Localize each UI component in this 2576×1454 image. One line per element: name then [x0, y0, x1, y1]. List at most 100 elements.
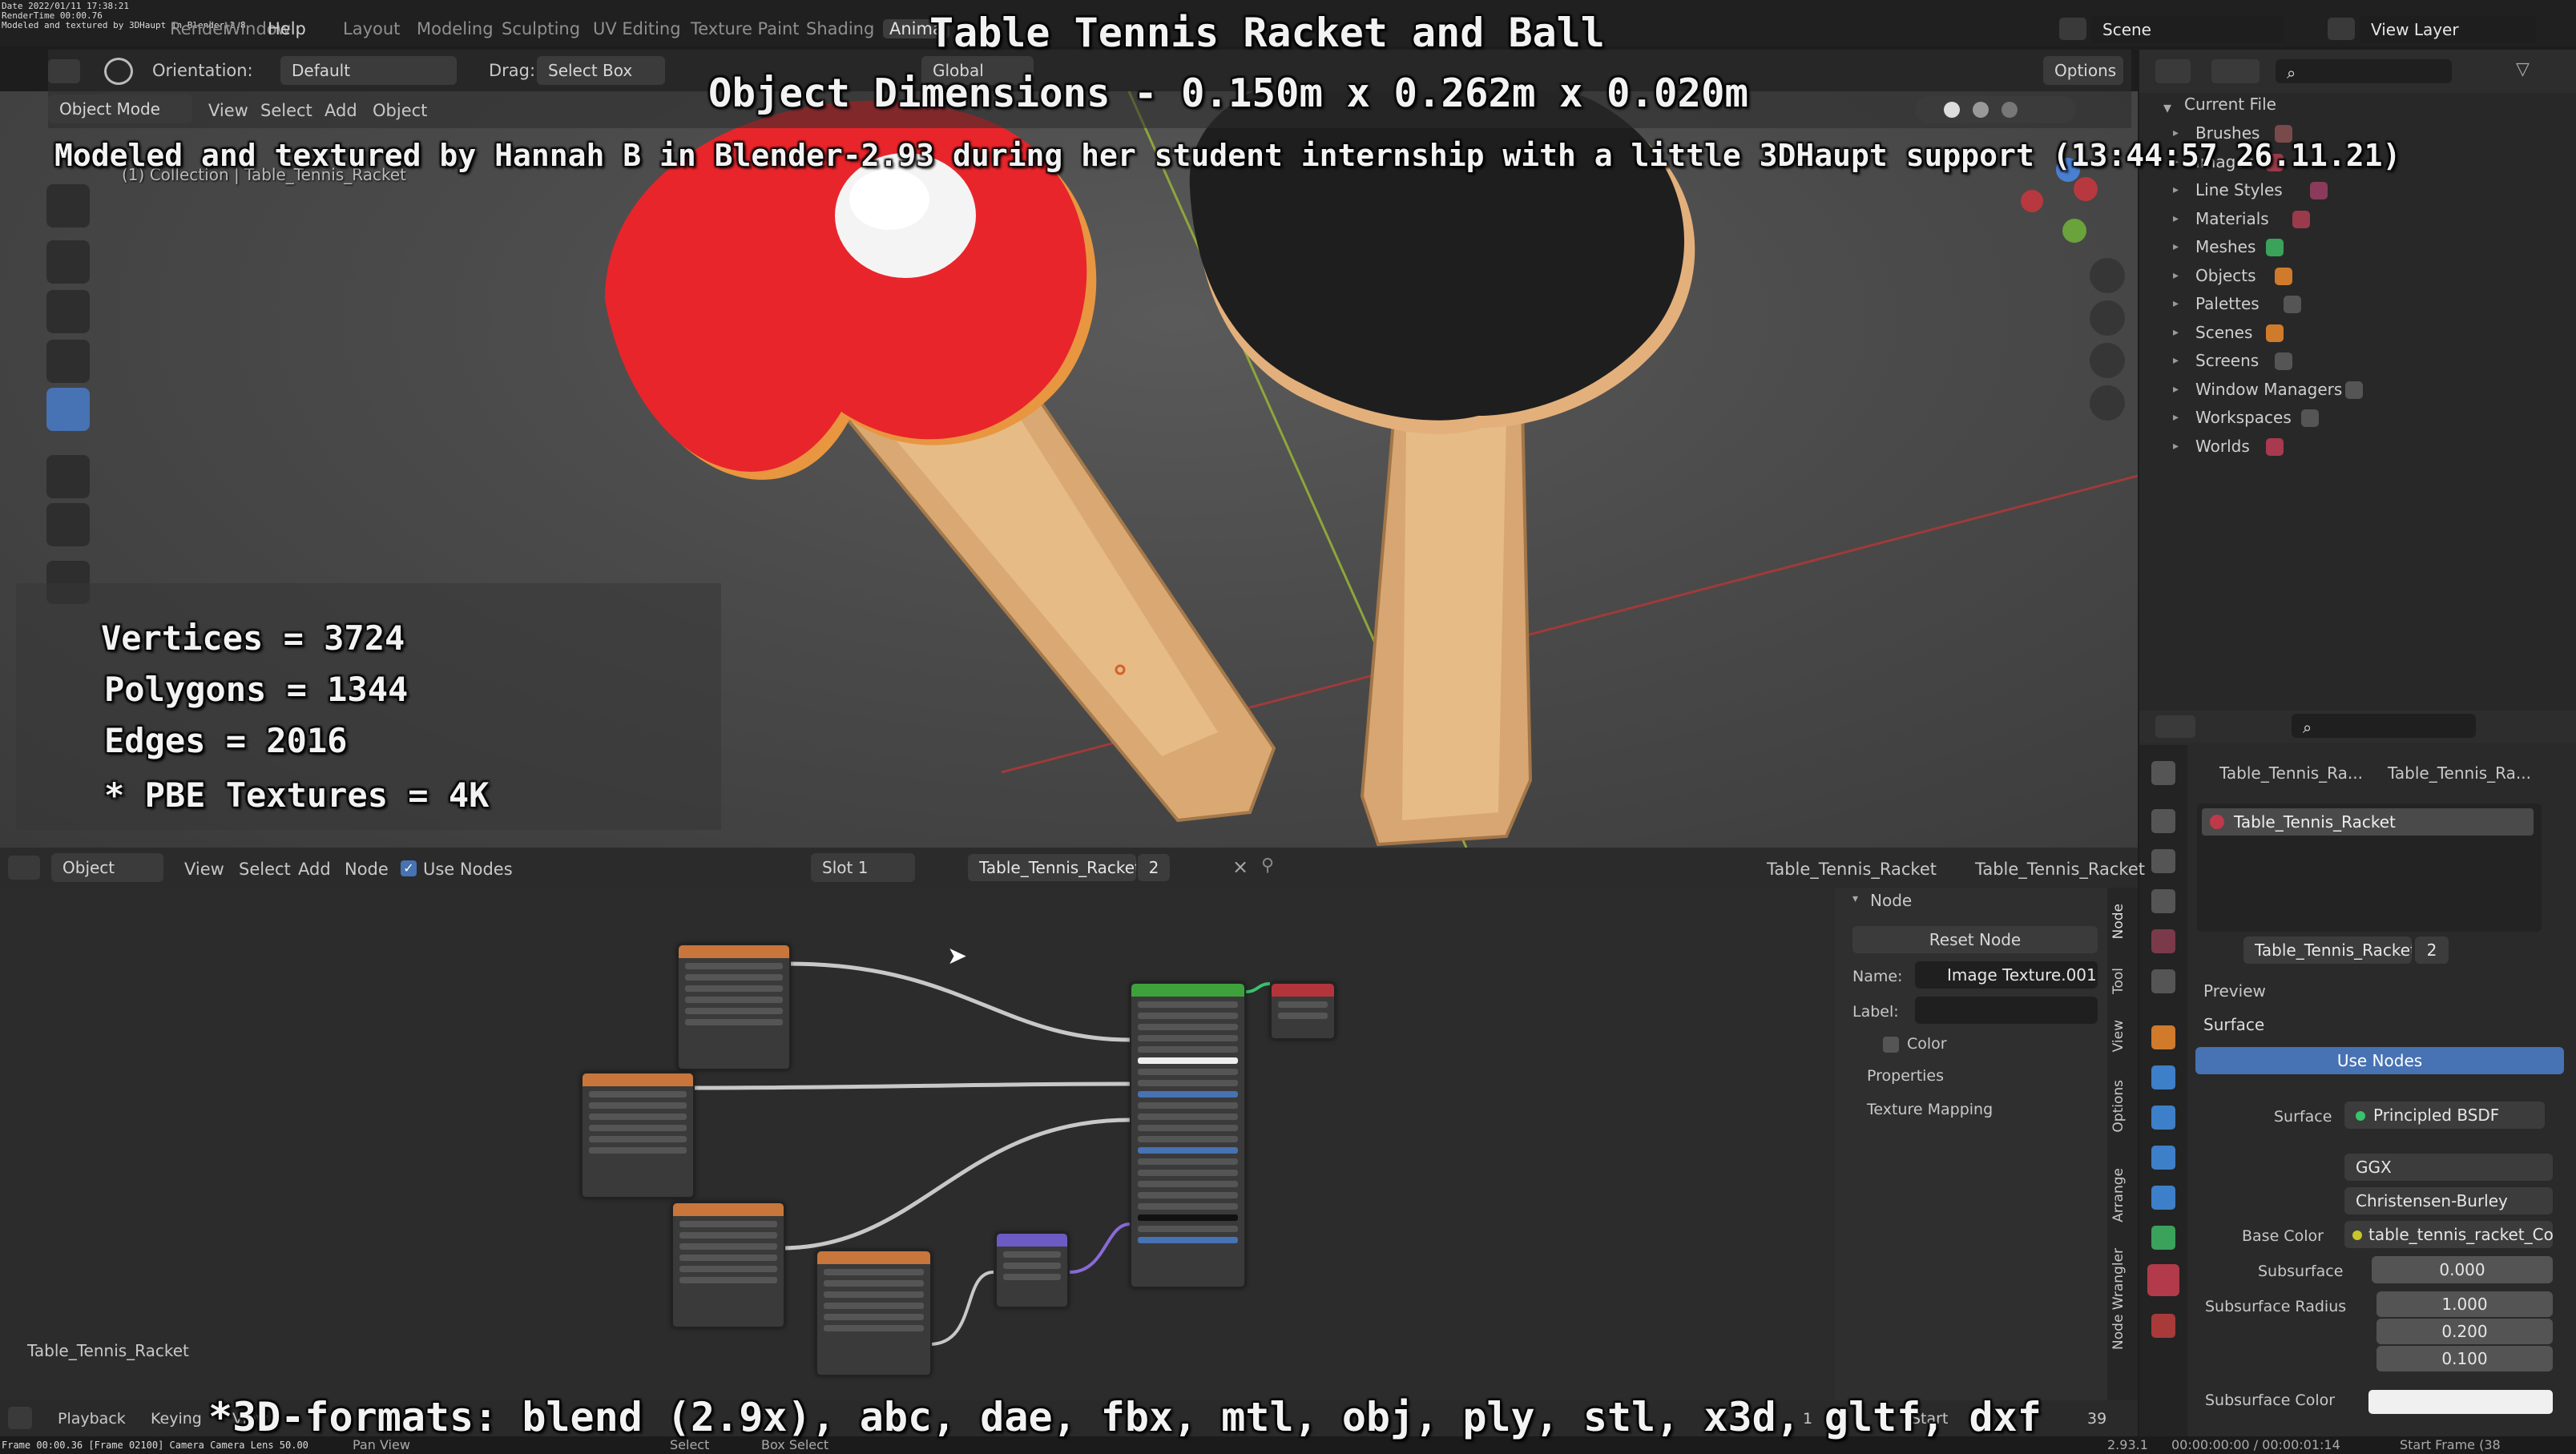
rendered-shading-icon[interactable]	[2002, 102, 2018, 118]
orientation-dropdown[interactable]: Default	[280, 56, 457, 85]
black-racket[interactable]	[1189, 91, 1695, 847]
outliner-expand-toggle[interactable]: ▸	[2173, 240, 2179, 253]
surface-shader-field[interactable]: Principled BSDF	[2344, 1102, 2545, 1129]
normal-map-node[interactable]	[995, 1232, 1069, 1308]
playback-menu[interactable]: Playback	[58, 1410, 126, 1428]
outliner-item-workspaces[interactable]: Workspaces	[2195, 408, 2292, 427]
outliner-item-objects[interactable]: Objects	[2195, 266, 2256, 285]
node-section-toggle[interactable]: ▾	[1852, 892, 1858, 905]
tab-sculpting[interactable]: Sculpting	[502, 19, 580, 38]
pan-hand-icon[interactable]	[2090, 300, 2125, 336]
tab-node-wrangler[interactable]: Node Wrangler	[2110, 1248, 2127, 1350]
outliner-expand-toggle[interactable]: ▸	[2173, 411, 2179, 424]
outliner-item-line-styles[interactable]: Line Styles	[2195, 180, 2283, 199]
scene-selector[interactable]: Scene	[2091, 16, 2284, 43]
color-checkbox[interactable]	[1883, 1037, 1899, 1053]
outliner-expand-toggle[interactable]: ▸	[2173, 269, 2179, 282]
image-texture-node-normal[interactable]	[816, 1250, 932, 1376]
breadcrumb-object[interactable]: Table_Tennis_Ra...	[2219, 763, 2363, 783]
outliner-item-window-managers[interactable]: Window Managers	[2195, 380, 2342, 399]
outliner-item-palettes[interactable]: Palettes	[2195, 294, 2260, 313]
world-tab-icon[interactable]	[2151, 969, 2175, 993]
node-menu-node[interactable]: Node	[345, 860, 389, 879]
outliner-expand-toggle[interactable]: ▸	[2173, 326, 2179, 339]
shading-mode-toggle[interactable]	[1915, 96, 2075, 123]
node-section-header[interactable]: Node	[1870, 891, 1912, 910]
outliner-item-meshes[interactable]: Meshes	[2195, 237, 2256, 256]
rotate-tool-icon[interactable]	[46, 290, 90, 333]
base-color-field[interactable]: table_tennis_racket_Col.j...	[2344, 1221, 2553, 1248]
subsurface-radius-x[interactable]: 1.000	[2376, 1291, 2553, 1317]
slot-dropdown[interactable]: Slot 1	[811, 853, 915, 882]
subsurface-value-field[interactable]: 0.000	[2372, 1256, 2553, 1283]
view-layer-selector[interactable]: View Layer	[2360, 16, 2536, 43]
view-layer-tab-icon[interactable]	[2151, 889, 2175, 913]
image-texture-node-roughness[interactable]	[581, 1072, 695, 1198]
menu-help[interactable]: Help	[268, 19, 306, 38]
properties-search-input[interactable]: ⌕	[2292, 714, 2476, 738]
node-label-input[interactable]	[1915, 997, 2098, 1024]
menu-render[interactable]: Render	[170, 19, 230, 38]
tab-shading[interactable]: Shading	[806, 19, 874, 38]
outliner-item-screens[interactable]: Screens	[2195, 351, 2259, 370]
material-slot-list[interactable]: Table_Tennis_Racket	[2197, 804, 2542, 932]
distribution-dropdown[interactable]: GGX	[2344, 1154, 2553, 1181]
end-frame-field[interactable]: 39	[2087, 1410, 2106, 1428]
surface-panel-header[interactable]: Surface	[2203, 1015, 2264, 1034]
options-dropdown[interactable]: Options	[2043, 56, 2123, 85]
pin-icon[interactable]: ⚲	[1261, 856, 1274, 876]
tool-icon[interactable]	[48, 59, 80, 83]
outliner-expand-toggle[interactable]: ▸	[2173, 354, 2179, 367]
drag-dropdown[interactable]: Select Box	[537, 56, 665, 85]
transform-pivot-icon[interactable]	[104, 58, 133, 85]
outliner-expand-toggle[interactable]: ▸	[2173, 212, 2179, 225]
outliner-expand-toggle[interactable]: ▸	[2173, 440, 2179, 453]
tab-view[interactable]: View	[2110, 1020, 2127, 1052]
principled-bsdf-node[interactable]	[1130, 982, 1246, 1288]
node-canvas[interactable]: ➤ Table_Tennis_Racket	[0, 888, 1835, 1400]
node-material-breadcrumb[interactable]: Table_Tennis_Racket	[1975, 860, 2145, 879]
image-texture-node-metallic[interactable]	[671, 1202, 785, 1328]
subsurface-color-swatch[interactable]	[2368, 1390, 2553, 1414]
tab-node[interactable]: Node	[2110, 904, 2127, 939]
properties-section-header[interactable]: Properties	[1867, 1067, 1944, 1085]
view-layer-icon[interactable]	[2328, 18, 2355, 40]
filter-icon[interactable]: ▽	[2516, 59, 2540, 83]
camera-view-icon[interactable]	[2090, 343, 2125, 378]
scale-tool-icon[interactable]	[46, 340, 90, 383]
physics-tab-icon[interactable]	[2151, 1146, 2175, 1170]
outliner-item-scenes[interactable]: Scenes	[2195, 323, 2252, 342]
preview-panel-header[interactable]: Preview	[2203, 981, 2266, 1001]
subsurface-radius-z[interactable]: 0.100	[2376, 1346, 2553, 1371]
tool-tab-icon[interactable]	[2151, 761, 2175, 785]
shader-type-dropdown[interactable]: Object	[51, 853, 163, 882]
material-output-node[interactable]	[1270, 982, 1336, 1040]
zoom-icon[interactable]	[2090, 258, 2125, 293]
material-slot-row[interactable]: Table_Tennis_Racket	[2202, 808, 2534, 836]
scene-icon[interactable]	[2059, 18, 2086, 40]
outliner-root-toggle[interactable]: ▾	[2163, 98, 2171, 117]
transform-tool-icon[interactable]	[46, 388, 90, 431]
display-mode-icon[interactable]	[2211, 59, 2260, 83]
keying-menu[interactable]: Keying	[151, 1410, 202, 1428]
node-menu-view[interactable]: View	[184, 860, 224, 879]
breadcrumb-material[interactable]: Table_Tennis_Ra...	[2388, 763, 2531, 783]
gizmo-x-axis[interactable]	[2021, 190, 2043, 212]
modifier-tab-icon[interactable]	[2151, 1065, 2175, 1089]
node-material-field[interactable]: Table_Tennis_Racket	[968, 854, 1136, 881]
outliner-expand-toggle[interactable]: ▸	[2173, 297, 2179, 310]
navigation-gizmo[interactable]	[2011, 158, 2123, 252]
cursor-tool-icon[interactable]	[46, 184, 90, 228]
image-texture-node-color[interactable]	[677, 944, 791, 1070]
material-shading-icon[interactable]	[1973, 102, 1989, 118]
node-editor-type-icon[interactable]	[8, 856, 40, 880]
use-nodes-checkbox[interactable]: ✓	[401, 860, 417, 876]
tab-modeling[interactable]: Modeling	[417, 19, 494, 38]
annotate-tool-icon[interactable]	[46, 455, 90, 498]
properties-editor-type-icon[interactable]	[2155, 715, 2195, 738]
outliner-expand-toggle[interactable]: ▸	[2173, 183, 2179, 196]
node-menu-add[interactable]: Add	[298, 860, 331, 879]
scene-tab-icon[interactable]	[2151, 929, 2175, 953]
texture-tab-icon[interactable]	[2151, 1314, 2175, 1338]
object-tab-icon[interactable]	[2151, 1025, 2175, 1049]
